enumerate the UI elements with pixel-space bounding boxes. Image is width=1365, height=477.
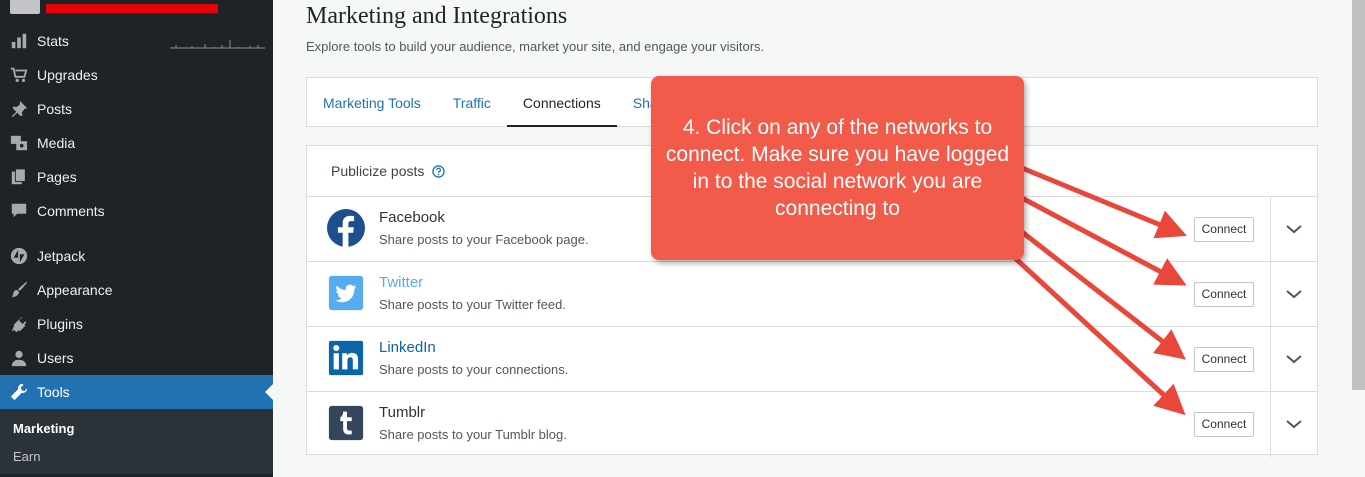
divider: [1270, 327, 1271, 391]
wrench-icon: [9, 382, 29, 402]
site-icon[interactable]: [10, 0, 40, 14]
submenu-item-marketing[interactable]: Marketing: [0, 414, 273, 442]
jetpack-icon: [9, 246, 29, 266]
brush-icon: [9, 280, 29, 300]
connect-tumblr-button[interactable]: Connect: [1194, 412, 1254, 437]
admin-menu: Stats Upgrades Posts Media Pages Comment…: [0, 24, 273, 474]
sidebar-item-comments[interactable]: Comments: [0, 194, 273, 228]
instruction-callout: 4. Click on any of the networks to conne…: [651, 76, 1024, 260]
chevron-down-icon[interactable]: [1284, 414, 1304, 434]
sidebar-item-label: Users: [37, 350, 74, 366]
sidebar-item-label: Tools: [37, 384, 70, 400]
sidebar-item-label: Comments: [37, 203, 105, 219]
service-name[interactable]: Twitter: [379, 274, 423, 291]
chevron-down-icon[interactable]: [1284, 219, 1304, 239]
linkedin-logo-icon: [328, 340, 364, 376]
service-tumblr: Tumblr Share posts to your Tumblr blog. …: [307, 392, 1317, 457]
site-name-redacted: [46, 4, 218, 13]
sidebar-item-pages[interactable]: Pages: [0, 160, 273, 194]
tab-marketing-tools[interactable]: Marketing Tools: [307, 78, 437, 127]
service-description: Share posts to your connections.: [379, 362, 569, 377]
service-name[interactable]: Facebook: [379, 209, 445, 226]
service-name[interactable]: LinkedIn: [379, 339, 436, 356]
connect-facebook-button[interactable]: Connect: [1194, 217, 1254, 242]
connect-twitter-button[interactable]: Connect: [1194, 282, 1254, 307]
plugin-icon: [9, 314, 29, 334]
sidebar-item-label: Upgrades: [37, 67, 98, 83]
service-description: Share posts to your Tumblr blog.: [379, 427, 567, 442]
sidebar-item-stats[interactable]: Stats: [0, 24, 273, 58]
help-icon[interactable]: [432, 164, 446, 178]
sidebar-item-appearance[interactable]: Appearance: [0, 273, 273, 307]
tab-traffic[interactable]: Traffic: [437, 78, 507, 127]
publicize-header-label: Publicize posts: [331, 163, 425, 179]
pin-icon: [9, 99, 29, 119]
divider: [1270, 262, 1271, 326]
service-twitter: Twitter Share posts to your Twitter feed…: [307, 262, 1317, 327]
sidebar-item-label: Appearance: [37, 282, 113, 298]
sidebar-item-label: Posts: [37, 101, 73, 117]
sidebar-item-upgrades[interactable]: Upgrades: [0, 58, 273, 92]
facebook-logo-icon: [327, 209, 365, 247]
stats-sparkline: [170, 40, 265, 49]
tools-submenu: Marketing Earn: [0, 409, 273, 474]
page-subtitle: Explore tools to build your audience, ma…: [306, 39, 765, 54]
comment-icon: [9, 201, 29, 221]
sidebar-item-media[interactable]: Media: [0, 126, 273, 160]
pages-icon: [9, 167, 29, 187]
sidebar-item-users[interactable]: Users: [0, 341, 273, 375]
site-header[interactable]: [0, 0, 273, 20]
sidebar-item-label: Pages: [37, 169, 77, 185]
sidebar-item-label: Stats: [37, 33, 69, 49]
chevron-down-icon[interactable]: [1284, 349, 1304, 369]
tab-connections[interactable]: Connections: [506, 78, 617, 127]
sidebar-item-label: Plugins: [37, 316, 83, 332]
stats-icon: [9, 31, 29, 51]
submenu-item-earn[interactable]: Earn: [0, 442, 273, 470]
service-linkedin: LinkedIn Share posts to your connections…: [307, 327, 1317, 392]
divider: [1270, 197, 1271, 261]
admin-sidebar: Stats Upgrades Posts Media Pages Comment…: [0, 0, 273, 477]
page-title: Marketing and Integrations: [306, 3, 568, 29]
media-icon: [9, 133, 29, 153]
sidebar-item-label: Media: [37, 135, 76, 151]
tumblr-logo-icon: [328, 405, 364, 441]
sidebar-item-plugins[interactable]: Plugins: [0, 307, 273, 341]
sidebar-item-jetpack[interactable]: Jetpack: [0, 239, 273, 273]
user-icon: [9, 348, 29, 368]
twitter-logo-icon: [328, 275, 364, 311]
cart-icon: [9, 65, 29, 85]
service-description: Share posts to your Facebook page.: [379, 232, 589, 247]
sidebar-item-tools[interactable]: Tools: [0, 375, 273, 409]
scrollbar[interactable]: [1352, 0, 1365, 390]
sidebar-item-label: Jetpack: [37, 248, 86, 264]
chevron-down-icon[interactable]: [1284, 284, 1304, 304]
sidebar-item-posts[interactable]: Posts: [0, 92, 273, 126]
connect-linkedin-button[interactable]: Connect: [1194, 347, 1254, 372]
service-description: Share posts to your Twitter feed.: [379, 297, 566, 312]
divider: [1270, 392, 1271, 457]
service-name[interactable]: Tumblr: [379, 404, 425, 421]
